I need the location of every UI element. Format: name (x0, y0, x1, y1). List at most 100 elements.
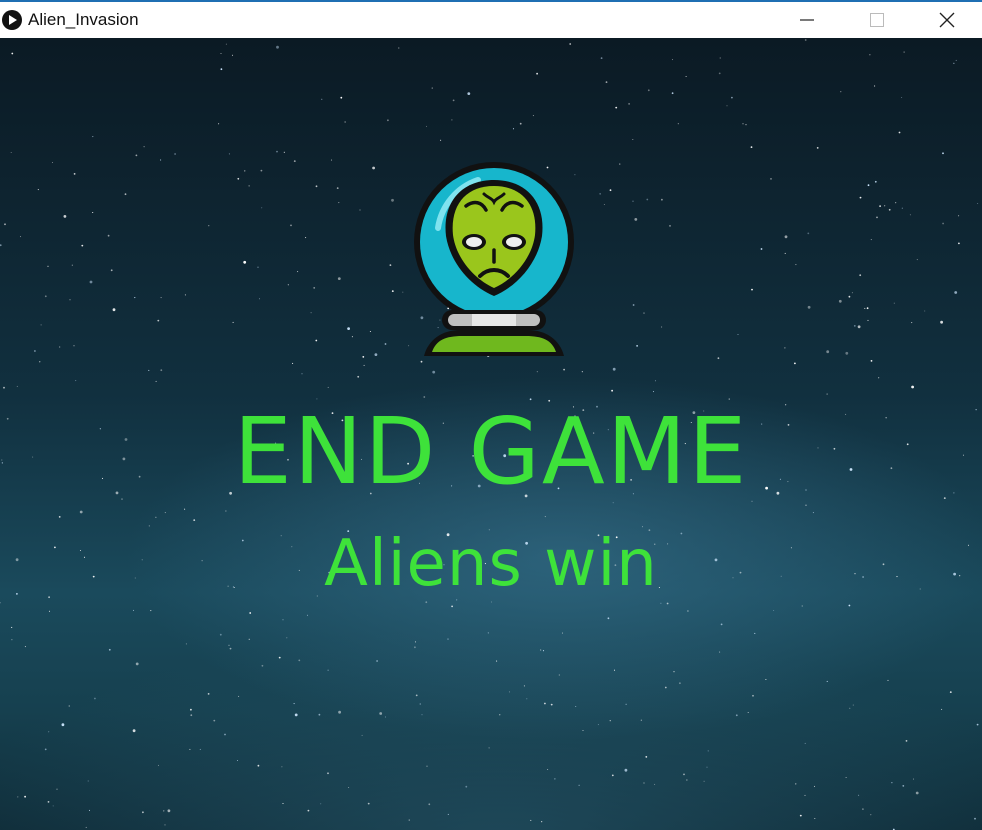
star (108, 648, 111, 651)
star (612, 367, 616, 371)
minimize-button[interactable] (772, 2, 842, 38)
star (261, 207, 263, 209)
star (51, 161, 54, 164)
star (4, 223, 6, 226)
star (915, 791, 919, 795)
star (447, 638, 449, 640)
star (636, 345, 638, 347)
star (611, 774, 614, 777)
star (512, 128, 515, 130)
star (107, 234, 110, 237)
star (902, 785, 905, 787)
star (293, 160, 296, 162)
maximize-button[interactable] (842, 2, 912, 38)
star (679, 682, 681, 685)
star (745, 124, 747, 126)
star (278, 656, 281, 659)
star (487, 632, 489, 634)
star (362, 356, 365, 358)
close-button[interactable] (912, 2, 982, 38)
star (428, 803, 431, 806)
star (664, 686, 667, 689)
star (540, 649, 542, 651)
star (719, 651, 721, 653)
star (643, 782, 645, 784)
star (432, 370, 436, 374)
star (467, 92, 471, 95)
title-bar[interactable]: Alien_Invasion (0, 0, 982, 38)
star (801, 605, 803, 607)
window-controls (772, 2, 982, 38)
star (717, 357, 720, 360)
star (666, 602, 669, 605)
star (643, 312, 645, 314)
star (363, 364, 365, 366)
star (384, 716, 387, 718)
star (425, 601, 428, 604)
star (784, 252, 786, 254)
star (56, 788, 58, 790)
star (225, 510, 227, 512)
star (184, 508, 186, 510)
star (340, 96, 343, 99)
star (59, 346, 61, 348)
star (34, 350, 36, 352)
game-canvas[interactable]: END GAME Aliens win (0, 38, 982, 830)
star (160, 369, 163, 372)
star (853, 325, 856, 327)
star (307, 809, 310, 812)
star (391, 198, 394, 202)
star (142, 811, 144, 814)
star (47, 801, 50, 803)
star (735, 714, 738, 717)
star (597, 724, 599, 726)
star (167, 809, 171, 813)
star (911, 322, 913, 324)
star (852, 704, 854, 706)
star (813, 785, 816, 787)
star (523, 685, 525, 687)
star (884, 205, 886, 207)
star (220, 68, 223, 71)
star (805, 504, 807, 506)
star (719, 57, 721, 59)
star (163, 810, 165, 812)
star (10, 151, 12, 154)
star (281, 766, 283, 768)
star (344, 121, 346, 123)
star (660, 602, 662, 604)
star (283, 151, 285, 153)
star (282, 619, 284, 621)
star (231, 54, 234, 56)
star (3, 386, 5, 389)
star (132, 609, 135, 611)
star (901, 207, 903, 209)
star (155, 516, 157, 518)
star (359, 209, 361, 211)
star (451, 605, 453, 608)
star (845, 776, 847, 779)
star (661, 198, 663, 201)
star (276, 45, 279, 49)
star (320, 803, 322, 805)
star (40, 324, 42, 326)
star (228, 153, 230, 155)
star (867, 319, 869, 321)
star (848, 295, 851, 298)
star (81, 244, 84, 247)
star (190, 714, 193, 717)
star (751, 288, 753, 291)
star (632, 138, 634, 141)
star (976, 723, 979, 726)
star (44, 295, 47, 298)
star (48, 610, 51, 612)
star (685, 75, 687, 78)
star (174, 153, 177, 155)
star (874, 180, 877, 183)
star (671, 59, 674, 61)
star (845, 351, 849, 355)
star (605, 81, 608, 83)
star (876, 216, 878, 219)
star (351, 336, 353, 338)
star (558, 674, 560, 676)
